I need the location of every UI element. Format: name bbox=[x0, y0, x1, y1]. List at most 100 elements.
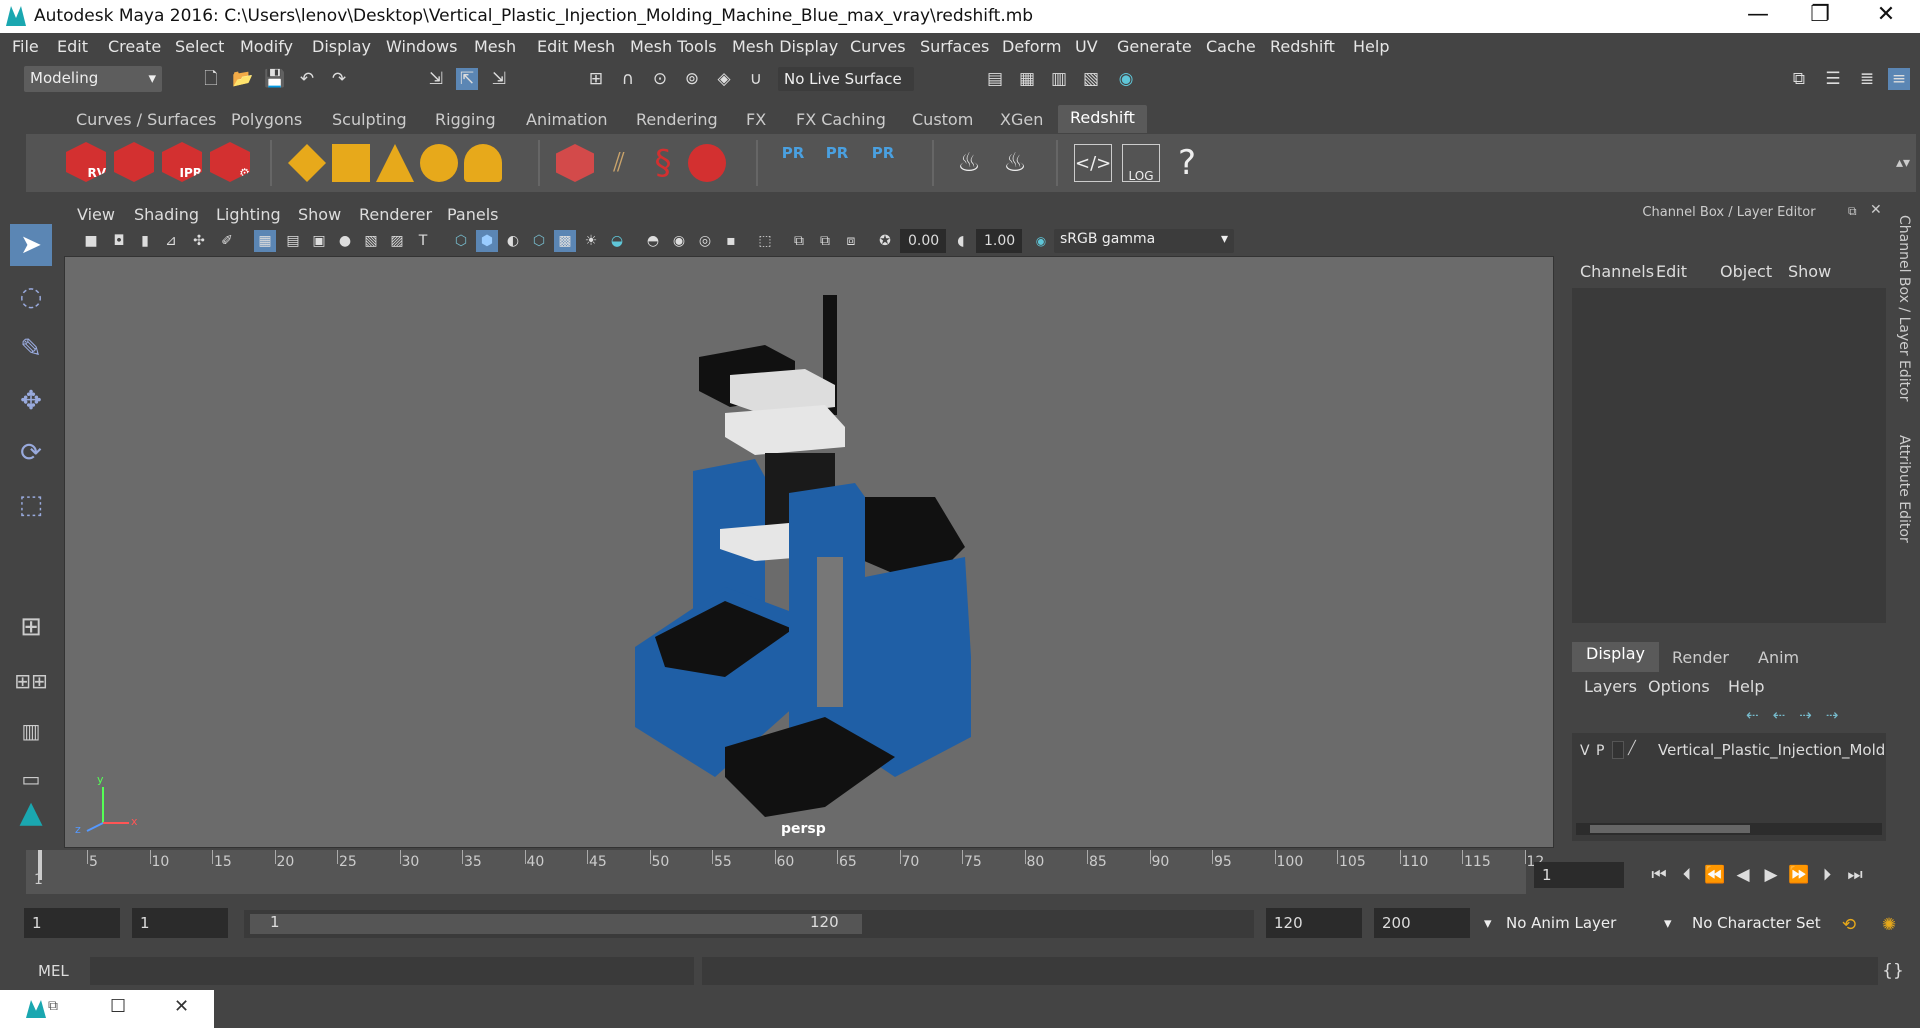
gamma-field[interactable]: 1.00 bbox=[976, 229, 1022, 253]
close-icon[interactable]: ✕ bbox=[174, 996, 189, 1017]
gate-mask-icon[interactable]: ● bbox=[334, 230, 356, 252]
magnet-icon[interactable]: ∪ bbox=[745, 68, 767, 90]
float-panel-icon[interactable]: ⧉ bbox=[1848, 204, 1857, 219]
menu-edit-mesh[interactable]: Edit Mesh bbox=[537, 37, 615, 56]
isolate-select-icon[interactable]: ⬚ bbox=[754, 230, 776, 252]
image-plane-icon[interactable]: ⊿ bbox=[160, 230, 182, 252]
channel-box-icon[interactable]: ≡ bbox=[1888, 68, 1910, 90]
animation-end-field[interactable]: 200 bbox=[1374, 908, 1470, 938]
menu-display[interactable]: Display bbox=[312, 37, 371, 56]
render-view-icon[interactable]: ▤ bbox=[984, 68, 1006, 90]
menu-help[interactable]: Help bbox=[1353, 37, 1389, 56]
xray-icon[interactable]: ⧉ bbox=[788, 230, 810, 252]
menu-windows[interactable]: Windows bbox=[386, 37, 457, 56]
grid-icon[interactable]: ▦ bbox=[254, 230, 276, 252]
cb-menu-edit[interactable]: Edit bbox=[1656, 262, 1687, 281]
vp-menu-shading[interactable]: Shading bbox=[134, 205, 199, 224]
camera-attrs-icon[interactable]: ◘ bbox=[108, 230, 130, 252]
scale-tool-icon[interactable]: ⬚ bbox=[10, 484, 52, 526]
shelf-tab-xgen[interactable]: XGen bbox=[1000, 110, 1043, 129]
shelf-tab-polygons[interactable]: Polygons bbox=[231, 110, 302, 129]
single-view-icon[interactable]: ⊞ bbox=[10, 606, 52, 648]
grease-pencil-icon[interactable]: ✐ bbox=[216, 230, 238, 252]
step-forward-icon[interactable]: ⏵ bbox=[1816, 864, 1838, 886]
pr-swap-icon[interactable]: PR bbox=[864, 144, 902, 182]
gamma-icon[interactable]: ◖ bbox=[950, 230, 972, 252]
modeling-toolkit-icon[interactable]: ⧉ bbox=[1788, 68, 1810, 90]
go-to-end-icon[interactable]: ⏭ bbox=[1844, 864, 1866, 886]
animation-start-field[interactable]: 1 bbox=[24, 908, 120, 938]
camera-icon[interactable]: ■ bbox=[80, 230, 102, 252]
mode-dropdown[interactable]: Modeling ▾ bbox=[24, 66, 162, 92]
select-component-icon[interactable]: ⇲ bbox=[488, 68, 510, 90]
cb-menu-show[interactable]: Show bbox=[1788, 262, 1831, 281]
2d-pan-icon[interactable]: ✣ bbox=[188, 230, 210, 252]
layer-scrollbar-thumb[interactable] bbox=[1590, 825, 1750, 833]
script-editor-icon[interactable]: </> bbox=[1074, 144, 1112, 182]
go-to-start-icon[interactable]: ⏮ bbox=[1648, 864, 1670, 886]
anim-layer-dropdown[interactable]: ▾ No Anim Layer bbox=[1484, 909, 1672, 939]
tool-settings-icon[interactable]: ≣ bbox=[1856, 68, 1878, 90]
layer-visibility-toggle[interactable]: V bbox=[1580, 743, 1590, 759]
menu-curves[interactable]: Curves bbox=[850, 37, 906, 56]
resolution-gate-icon[interactable]: ▣ bbox=[308, 230, 330, 252]
outliner-layout-icon[interactable]: ▥ bbox=[10, 710, 52, 752]
maximize-button[interactable]: ❐ bbox=[1790, 0, 1850, 33]
vp-menu-show[interactable]: Show bbox=[298, 205, 341, 224]
layer-scrollbar[interactable] bbox=[1576, 823, 1882, 835]
ipr-render-icon[interactable]: ▥ bbox=[1048, 68, 1070, 90]
use-all-lights-icon[interactable]: ☀ bbox=[580, 230, 602, 252]
script-editor-icon[interactable]: {} bbox=[1882, 960, 1904, 982]
motion-blur-icon[interactable]: ◉ bbox=[668, 230, 690, 252]
proxy-cube-icon[interactable] bbox=[556, 144, 594, 182]
preferences-icon[interactable]: ✺ bbox=[1878, 914, 1900, 936]
redshift-render-view-icon[interactable]: RV bbox=[66, 142, 106, 182]
step-back-icon[interactable]: ⏴ bbox=[1676, 864, 1698, 886]
select-object-icon[interactable]: ⇱ bbox=[456, 68, 478, 90]
spot-light-icon[interactable] bbox=[376, 144, 414, 182]
bookmark-icon[interactable]: ▮ bbox=[134, 230, 156, 252]
layer-buttons[interactable]: ⇠⇠⇢⇢ bbox=[1746, 706, 1852, 724]
channel-list[interactable] bbox=[1572, 288, 1886, 623]
shelf-tab-curves-surfaces[interactable]: Curves / Surfaces bbox=[76, 110, 216, 129]
sun-sky-icon[interactable] bbox=[464, 144, 502, 182]
color-space-dropdown[interactable]: sRGB gamma ▾ bbox=[1054, 229, 1234, 253]
textured-icon[interactable]: ▩ bbox=[554, 230, 576, 252]
menu-generate[interactable]: Generate bbox=[1117, 37, 1192, 56]
menu-uv[interactable]: UV bbox=[1075, 37, 1098, 56]
layer-playback-toggle[interactable]: P bbox=[1596, 743, 1604, 759]
field-chart-icon[interactable]: ▧ bbox=[360, 230, 382, 252]
range-slider[interactable]: 1 120 bbox=[244, 910, 1254, 938]
time-slider[interactable]: 1 5 10 15 20 25 30 35 40 45 50 55 60 65 70 75 80 85 90 95 1… bbox=[26, 850, 1544, 894]
restore-icon[interactable]: ⧉ bbox=[48, 998, 58, 1014]
close-panel-icon[interactable]: ✕ bbox=[1870, 202, 1882, 218]
move-tool-icon[interactable]: ✥ bbox=[10, 380, 52, 422]
close-button[interactable]: ✕ bbox=[1856, 0, 1916, 33]
area-light-icon[interactable] bbox=[288, 144, 326, 182]
rotate-tool-icon[interactable]: ⟳ bbox=[10, 432, 52, 474]
live-surface-field[interactable]: No Live Surface bbox=[778, 67, 914, 91]
mel-label[interactable]: MEL bbox=[38, 962, 69, 980]
menu-mesh-display[interactable]: Mesh Display bbox=[732, 37, 838, 56]
xray-joints-icon[interactable]: ⧉ bbox=[814, 230, 836, 252]
depth-of-field-icon[interactable]: ▪ bbox=[720, 230, 742, 252]
menu-edit[interactable]: Edit bbox=[57, 37, 88, 56]
cb-menu-object[interactable]: Object bbox=[1720, 262, 1772, 281]
ambient-occlusion-icon[interactable]: ◓ bbox=[642, 230, 664, 252]
step-back-key-icon[interactable]: ⏪ bbox=[1704, 864, 1726, 886]
anti-aliasing-icon[interactable]: ◎ bbox=[694, 230, 716, 252]
redo-icon[interactable]: ↷ bbox=[328, 68, 350, 90]
playback-start-field[interactable]: 1 bbox=[132, 908, 228, 938]
volume-icon[interactable]: § bbox=[644, 144, 682, 182]
undo-icon[interactable]: ↶ bbox=[296, 68, 318, 90]
pr-export-icon[interactable]: PR bbox=[818, 144, 856, 182]
layer-tab-display[interactable]: Display bbox=[1572, 642, 1659, 672]
vp-menu-renderer[interactable]: Renderer bbox=[359, 205, 432, 224]
four-view-icon[interactable]: ⊞⊞ bbox=[10, 660, 52, 702]
menu-mesh-tools[interactable]: Mesh Tools bbox=[630, 37, 717, 56]
vp-menu-view[interactable]: View bbox=[77, 205, 115, 224]
safe-title-icon[interactable]: T bbox=[412, 230, 434, 252]
layer-tab-render[interactable]: Render bbox=[1672, 648, 1729, 667]
paint-select-icon[interactable]: ✎ bbox=[10, 328, 52, 370]
menu-file[interactable]: File bbox=[12, 37, 39, 56]
